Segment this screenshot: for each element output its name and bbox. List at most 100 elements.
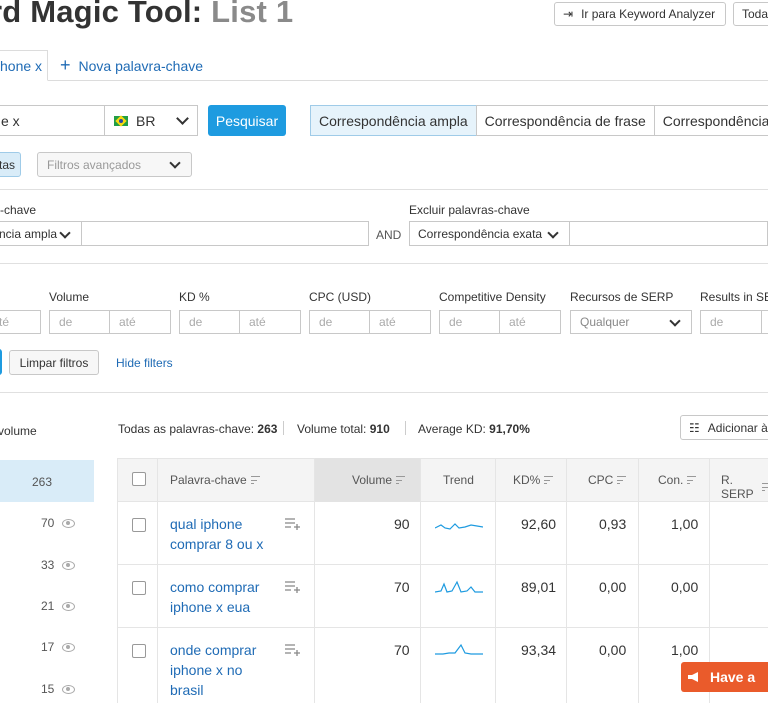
match-type-group: Correspondência ampla Correspondência de… bbox=[310, 105, 768, 136]
eye-icon[interactable] bbox=[62, 643, 76, 653]
serp-features-select[interactable]: Qualquer bbox=[570, 310, 692, 334]
sidebar-group[interactable]: 21 bbox=[41, 599, 76, 613]
keyword-line: iphone x no bbox=[170, 662, 243, 678]
density-filter-label: Competitive Density bbox=[439, 290, 546, 304]
volume-value: 70 bbox=[394, 579, 410, 595]
sidebar-group[interactable]: 33 bbox=[41, 558, 76, 572]
hide-filters-link[interactable]: Hide filters bbox=[116, 356, 173, 370]
col-cpc-label: CPC bbox=[588, 473, 614, 487]
divider bbox=[405, 421, 406, 435]
kd-from-input[interactable]: de bbox=[179, 310, 240, 334]
keyword-link[interactable]: onde comprar iphone x no brasil bbox=[170, 640, 256, 700]
tab-iphone-x[interactable]: hone x bbox=[0, 50, 48, 81]
cpc-value: 0,00 bbox=[599, 579, 627, 595]
filter-tag-button[interactable]: tas bbox=[0, 152, 21, 177]
megaphone-icon bbox=[688, 672, 698, 682]
and-label: AND bbox=[376, 228, 402, 242]
add-to-list-icon[interactable] bbox=[285, 581, 301, 593]
volume-from-input[interactable]: de bbox=[49, 310, 110, 334]
col-kd-label: KD% bbox=[513, 473, 541, 487]
divider bbox=[0, 263, 768, 264]
todas-button[interactable]: Toda bbox=[733, 2, 768, 26]
match-phrase[interactable]: Correspondência de frase bbox=[475, 105, 655, 136]
search-value: e x bbox=[1, 112, 20, 129]
include-keywords-input[interactable] bbox=[81, 221, 369, 246]
range-partial[interactable]: té bbox=[0, 310, 41, 334]
sidebar-group[interactable]: 15 bbox=[41, 682, 76, 696]
todas-label: Toda bbox=[742, 7, 768, 21]
density-from-input[interactable]: de bbox=[439, 310, 500, 334]
apply-button[interactable] bbox=[0, 349, 2, 375]
sort-icon bbox=[250, 475, 260, 485]
cpc-filter-label: CPC (USD) bbox=[309, 290, 371, 304]
row-checkbox[interactable] bbox=[132, 581, 146, 595]
col-cpc[interactable]: CPC bbox=[588, 473, 627, 487]
range-partial-to[interactable]: té bbox=[0, 310, 41, 334]
average-kd-label: Average KD: bbox=[418, 422, 486, 436]
keyword-link[interactable]: como comprar iphone x eua bbox=[170, 577, 259, 617]
col-serp-results[interactable]: R. SERP bbox=[721, 473, 768, 501]
add-to-list-button[interactable]: ☷ Adicionar à bbox=[680, 415, 768, 440]
chevron-down-icon bbox=[669, 315, 681, 327]
keyword-search-input[interactable]: e x bbox=[0, 105, 106, 136]
density-to-input[interactable]: até bbox=[499, 310, 561, 334]
sidebar-group[interactable]: 70 bbox=[41, 516, 76, 530]
row-checkbox[interactable] bbox=[132, 644, 146, 658]
keyword-link[interactable]: qual iphone comprar 8 ou x bbox=[170, 514, 263, 554]
results-in-serp-label: Results in SE bbox=[700, 290, 768, 304]
volume-to-input[interactable]: até bbox=[109, 310, 171, 334]
sidebar-sort-label: volume bbox=[0, 424, 37, 438]
eye-icon[interactable] bbox=[62, 561, 76, 571]
col-volume[interactable]: Volume bbox=[352, 473, 406, 487]
col-competition[interactable]: Con. bbox=[658, 473, 697, 487]
feedback-button[interactable]: Have a bbox=[681, 662, 768, 692]
include-match-select[interactable]: ncia ampla bbox=[0, 221, 82, 246]
trend-sparkline bbox=[435, 643, 483, 655]
col-kd[interactable]: KD% bbox=[513, 473, 554, 487]
kd-filter-label: KD % bbox=[179, 290, 210, 304]
eye-icon[interactable] bbox=[62, 519, 76, 529]
col-trend: Trend bbox=[443, 473, 474, 487]
advanced-filters-dropdown[interactable]: Filtros avançados bbox=[37, 152, 192, 177]
search-button[interactable]: Pesquisar bbox=[208, 105, 286, 136]
density-range: de até bbox=[439, 310, 561, 334]
summary-bar: Todas as palavras-chave: 263 bbox=[118, 422, 277, 436]
eye-icon[interactable] bbox=[62, 685, 76, 695]
volume-filter-label: Volume bbox=[49, 290, 90, 304]
new-keyword-tab[interactable]: + Nova palavra-chave bbox=[60, 50, 203, 81]
sort-icon bbox=[617, 475, 627, 485]
sidebar-group[interactable]: 17 bbox=[41, 640, 76, 654]
cpc-from-input[interactable]: de bbox=[309, 310, 370, 334]
select-all-checkbox[interactable] bbox=[132, 472, 146, 486]
match-broad[interactable]: Correspondência ampla bbox=[310, 105, 477, 136]
exclude-keywords-input[interactable] bbox=[569, 221, 768, 246]
results-from-input[interactable]: de bbox=[700, 310, 762, 334]
add-to-list-icon[interactable] bbox=[285, 644, 301, 656]
country-select[interactable]: BR bbox=[104, 105, 198, 136]
sidebar-group-count: 15 bbox=[41, 682, 55, 696]
col-keyword[interactable]: Palavra-chave bbox=[170, 473, 260, 487]
total-volume-label: Volume total: bbox=[297, 422, 367, 436]
kd-to-input[interactable]: até bbox=[239, 310, 301, 334]
sort-icon bbox=[687, 475, 697, 485]
add-to-list-icon[interactable] bbox=[285, 518, 301, 530]
results-to-input[interactable] bbox=[761, 310, 768, 334]
clear-filters-button[interactable]: Limpar filtros bbox=[9, 350, 99, 375]
all-keywords-label: Todas as palavras-chave: bbox=[118, 422, 255, 436]
eye-icon[interactable] bbox=[62, 602, 76, 612]
advanced-filters-label: Filtros avançados bbox=[47, 157, 142, 172]
average-kd-value: 91,70% bbox=[489, 422, 530, 436]
kd-value: 92,60 bbox=[521, 516, 557, 532]
competition-value: 1,00 bbox=[671, 642, 699, 658]
keyword-analyzer-button[interactable]: ⇥ Ir para Keyword Analyzer bbox=[554, 2, 726, 26]
page-title-main: rd Magic Tool: bbox=[0, 0, 203, 29]
sidebar-group-count: 263 bbox=[31, 475, 52, 489]
kd-range: de até bbox=[179, 310, 301, 334]
sort-icon bbox=[544, 475, 554, 485]
row-checkbox[interactable] bbox=[132, 518, 146, 532]
match-other[interactable]: Correspondência bbox=[653, 105, 768, 136]
volume-range: de até bbox=[49, 310, 171, 334]
total-volume: Volume total: 910 bbox=[297, 422, 390, 436]
cpc-to-input[interactable]: até bbox=[369, 310, 431, 334]
exclude-match-select[interactable]: Correspondência exata bbox=[409, 221, 570, 246]
